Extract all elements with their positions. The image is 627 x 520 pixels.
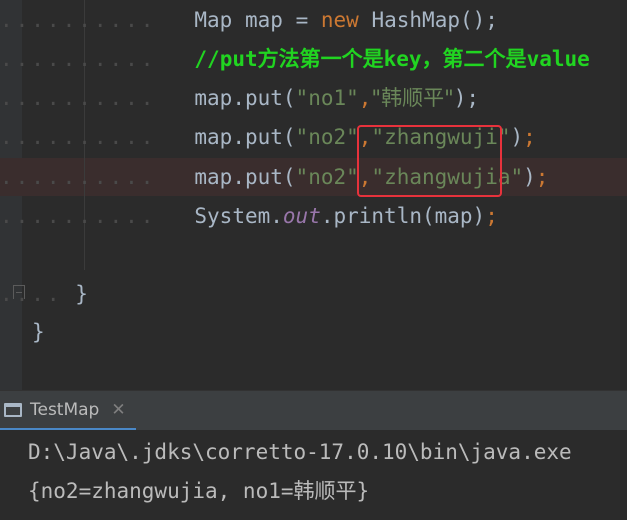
string-value: "zhangwujia"	[371, 165, 524, 189]
method-call: .println(map)	[320, 204, 486, 228]
constructor-call: HashMap();	[371, 8, 498, 32]
console-output[interactable]: D:\Java\.jdks\corretto-17.0.10\bin\java.…	[0, 430, 627, 520]
string-key: "no2"	[295, 125, 359, 149]
comment-key: key	[383, 47, 422, 71]
comment-value: value	[526, 47, 590, 71]
comment-slashes: //	[194, 47, 220, 71]
class-token: System.	[194, 204, 283, 228]
variable-token: map	[244, 8, 283, 32]
semicolon: ;	[535, 165, 549, 189]
code-editor[interactable]: .......... Map map = new HashMap(); ....…	[0, 0, 627, 390]
comment-put: put	[219, 47, 258, 71]
semicolon: ;	[523, 125, 536, 149]
console-command-line: D:\Java\.jdks\corretto-17.0.10\bin\java.…	[28, 440, 572, 464]
call-end: );	[453, 86, 480, 110]
method-call: map.put(	[194, 125, 296, 149]
run-tool-window-header: TestMap ✕	[0, 390, 627, 431]
string-value: "zhangwuji"	[371, 125, 511, 149]
comma: ,	[358, 125, 372, 149]
method-call: map.put(	[194, 165, 296, 189]
semicolon: ;	[485, 204, 498, 228]
method-call: map.put(	[194, 86, 296, 110]
code-line-9[interactable]: }	[32, 313, 45, 351]
close-paren: )	[523, 165, 536, 189]
comment-text-1: 方法第一个是	[257, 47, 384, 71]
console-icon	[4, 402, 22, 417]
operator-token: =	[295, 8, 309, 32]
ide-window: .......... Map map = new HashMap(); ....…	[0, 0, 627, 520]
code-line-4[interactable]: .......... map.put("no2","zhangwuji");	[0, 118, 536, 156]
closing-brace: }	[32, 320, 45, 344]
static-field-out: out	[282, 204, 321, 228]
code-line-2[interactable]: .......... //put方法第一个是key，第二个是value	[0, 40, 590, 78]
code-line-5[interactable]: .......... map.put("no2","zhangwujia");	[0, 158, 548, 196]
string-key: "no1"	[295, 86, 359, 110]
string-key: "no2"	[295, 165, 359, 189]
code-line-6[interactable]: .......... System.out.println(map);	[0, 197, 498, 235]
type-token: Map	[194, 8, 233, 32]
closing-brace: }	[75, 282, 88, 306]
console-output-line: {no2=zhangwujia, no1=韩顺平}	[28, 479, 370, 503]
keyword-new: new	[320, 8, 359, 32]
code-line-1[interactable]: .......... Map map = new HashMap();	[0, 1, 498, 39]
run-tab-testmap[interactable]: TestMap ✕	[0, 391, 136, 431]
comment-text-2: ，第二个是	[421, 47, 527, 71]
close-icon[interactable]: ✕	[111, 400, 125, 420]
code-line-3[interactable]: .......... map.put("no1","韩顺平");	[0, 79, 479, 117]
comma: ,	[358, 165, 372, 189]
code-line-8[interactable]: .... }	[0, 275, 88, 313]
run-tab-label: TestMap	[30, 399, 100, 420]
string-value: "韩顺平"	[371, 86, 454, 110]
close-paren: )	[510, 125, 524, 149]
comma: ,	[358, 86, 372, 110]
